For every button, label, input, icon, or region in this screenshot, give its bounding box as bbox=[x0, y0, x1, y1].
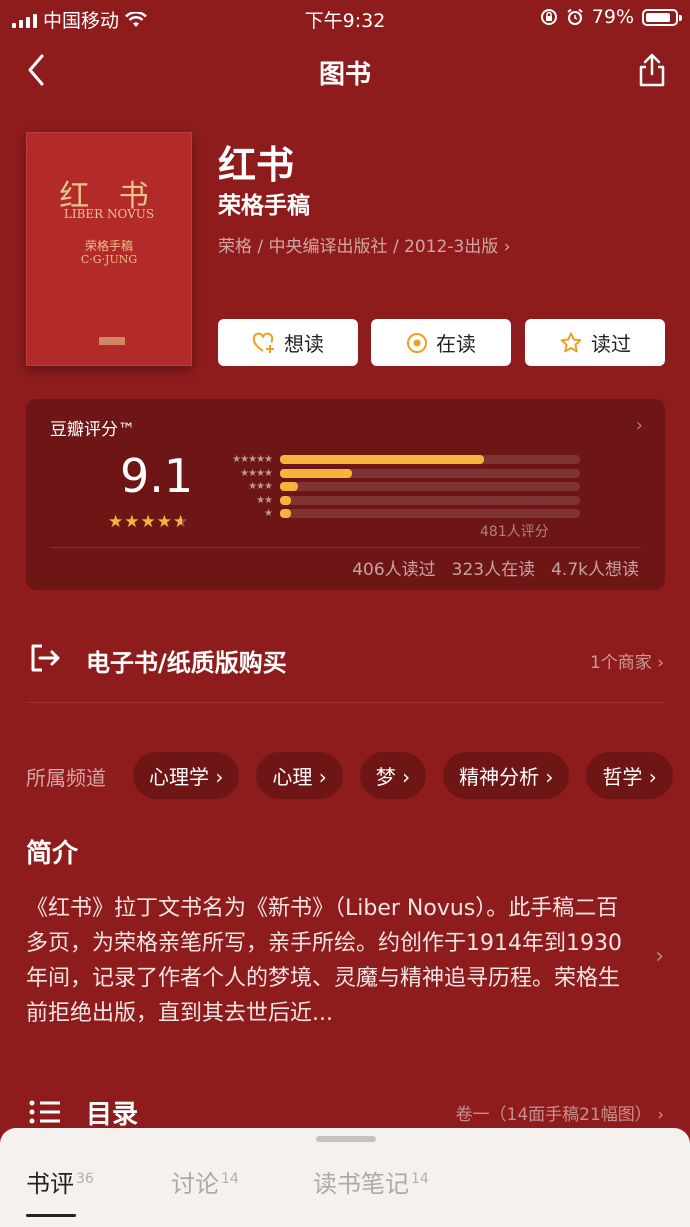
chevron-right-icon: › bbox=[635, 415, 643, 436]
star-outline-icon bbox=[560, 332, 582, 352]
book-cover[interactable]: 红 书 LIBER NOVUS 荣格手稿 C·G·JUNG bbox=[26, 132, 192, 366]
channel-tags: 心理学 › 心理 › 梦 › 精神分析 › 哲学 › bbox=[133, 752, 673, 799]
rating-bar-track bbox=[280, 455, 580, 465]
share-button[interactable] bbox=[636, 50, 668, 90]
rating-bar-track bbox=[280, 482, 580, 492]
rotation-lock-icon bbox=[540, 9, 557, 25]
rating-row-stars: ★★ bbox=[256, 494, 273, 506]
target-icon bbox=[407, 332, 427, 353]
want-to-read-label: 想读 bbox=[284, 332, 324, 356]
rating-row: ★★★ bbox=[212, 480, 580, 494]
rating-bar-fill bbox=[280, 482, 298, 492]
tab-reviews-count: 36 bbox=[76, 1171, 94, 1187]
tab-notes[interactable]: 读书笔记 14 bbox=[313, 1164, 429, 1199]
rating-row: ★ bbox=[212, 507, 580, 521]
divider bbox=[26, 702, 664, 703]
tab-notes-count: 14 bbox=[411, 1171, 429, 1187]
toc-summary[interactable]: 卷一（14面手稿21幅图） › bbox=[456, 1100, 664, 1125]
rating-bar-track bbox=[280, 509, 580, 519]
book-title: 红书 bbox=[218, 143, 295, 187]
rating-distribution: ★★★★★ ★★★★ ★★★ ★★ ★ bbox=[212, 453, 580, 521]
rating-row-stars: ★★★ bbox=[248, 481, 273, 493]
reading-label: 在读 bbox=[436, 332, 476, 356]
rating-row: ★★★★★ bbox=[212, 453, 580, 467]
intro-title: 简介 bbox=[26, 839, 79, 869]
have-read-label: 读过 bbox=[591, 332, 631, 356]
intro-text[interactable]: 《红书》拉丁文书名为《新书》（Liber Novus）。此手稿二百多页，为荣格亲… bbox=[26, 891, 636, 1031]
rating-count: 481人评分 bbox=[480, 524, 549, 540]
battery-icon bbox=[642, 8, 682, 26]
page-title: 图书 bbox=[318, 60, 371, 90]
rating-row: ★★★★ bbox=[212, 467, 580, 481]
channel-tag[interactable]: 心理 › bbox=[256, 752, 343, 799]
reading-button[interactable]: 在读 bbox=[371, 319, 511, 366]
rating-row-stars: ★★★★ bbox=[240, 467, 273, 479]
rating-bar-track bbox=[280, 495, 580, 505]
rating-stars: ★★★★★ ★★★★★ bbox=[108, 512, 189, 532]
channel-tag[interactable]: 精神分析 › bbox=[443, 752, 570, 799]
rating-bar-track bbox=[280, 468, 580, 478]
rating-label: 豆瓣评分™ bbox=[50, 420, 135, 440]
channels-label: 所属频道 bbox=[26, 766, 106, 790]
tab-discussion[interactable]: 讨论 14 bbox=[171, 1164, 239, 1199]
publisher-logo bbox=[99, 337, 125, 345]
have-read-button[interactable]: 读过 bbox=[525, 319, 665, 366]
alarm-icon bbox=[567, 8, 583, 25]
active-tab-indicator bbox=[26, 1214, 76, 1217]
channel-tag[interactable]: 梦 › bbox=[359, 752, 427, 799]
book-subtitle: 荣格手稿 bbox=[218, 193, 310, 219]
tab-notes-label: 读书笔记 bbox=[313, 1170, 409, 1198]
purchase-icon bbox=[28, 642, 62, 678]
rating-row-stars: ★★★★★ bbox=[232, 454, 273, 466]
rating-row-stars: ★ bbox=[264, 508, 273, 520]
list-icon bbox=[28, 1099, 62, 1129]
reading-count: 323人在读 bbox=[451, 560, 536, 580]
channel-tag[interactable]: 哲学 › bbox=[586, 752, 673, 799]
purchase-link[interactable]: 电子书/纸质版购买 bbox=[86, 643, 287, 678]
tab-discussion-count: 14 bbox=[221, 1171, 239, 1187]
reader-stats: 406人读过 323人在读 4.7k人想读 bbox=[352, 555, 639, 580]
rating-row: ★★ bbox=[212, 494, 580, 508]
toc-title[interactable]: 目录 bbox=[86, 1094, 138, 1131]
rating-bar-fill bbox=[280, 455, 484, 465]
battery-percent: 79% bbox=[591, 6, 634, 28]
rating-bar-fill bbox=[280, 509, 291, 519]
rating-stars-filled: ★★★★★ bbox=[108, 512, 182, 532]
share-icon bbox=[639, 53, 665, 87]
tab-reviews-label: 书评 bbox=[26, 1170, 74, 1198]
status-bar: 中国移动 下午9:32 79% bbox=[0, 0, 690, 36]
channel-tag[interactable]: 心理学 › bbox=[133, 752, 240, 799]
tab-discussion-label: 讨论 bbox=[171, 1170, 219, 1198]
heart-plus-icon bbox=[252, 332, 274, 353]
merchant-count[interactable]: 1个商家 › bbox=[590, 648, 664, 673]
rating-score: 9.1 bbox=[120, 449, 194, 503]
divider bbox=[50, 547, 641, 548]
cover-author: C·G·JUNG bbox=[80, 253, 138, 266]
drag-handle[interactable] bbox=[316, 1136, 376, 1142]
chevron-right-icon[interactable]: › bbox=[655, 944, 664, 969]
want-count: 4.7k人想读 bbox=[551, 560, 639, 580]
rating-panel[interactable]: 豆瓣评分™ › 9.1 ★★★★★ ★★★★★ ★★★★★ ★★★★ ★★★ ★★ ★ … bbox=[26, 399, 665, 590]
book-meta-link[interactable]: 荣格 / 中央编译出版社 / 2012-3出版 › bbox=[218, 232, 511, 257]
bottom-sheet: 书评 36 讨论 14 读书笔记 14 bbox=[0, 1128, 690, 1227]
cover-latin-title: LIBER NOVUS bbox=[63, 207, 155, 221]
cover-subtitle: 荣格手稿 bbox=[84, 239, 133, 253]
tab-reviews[interactable]: 书评 36 bbox=[26, 1164, 94, 1199]
want-to-read-button[interactable]: 想读 bbox=[218, 319, 358, 366]
read-count: 406人读过 bbox=[352, 560, 436, 580]
status-right: 79% bbox=[540, 6, 682, 28]
rating-bar-fill bbox=[280, 468, 352, 478]
rating-bar-fill bbox=[280, 495, 291, 505]
